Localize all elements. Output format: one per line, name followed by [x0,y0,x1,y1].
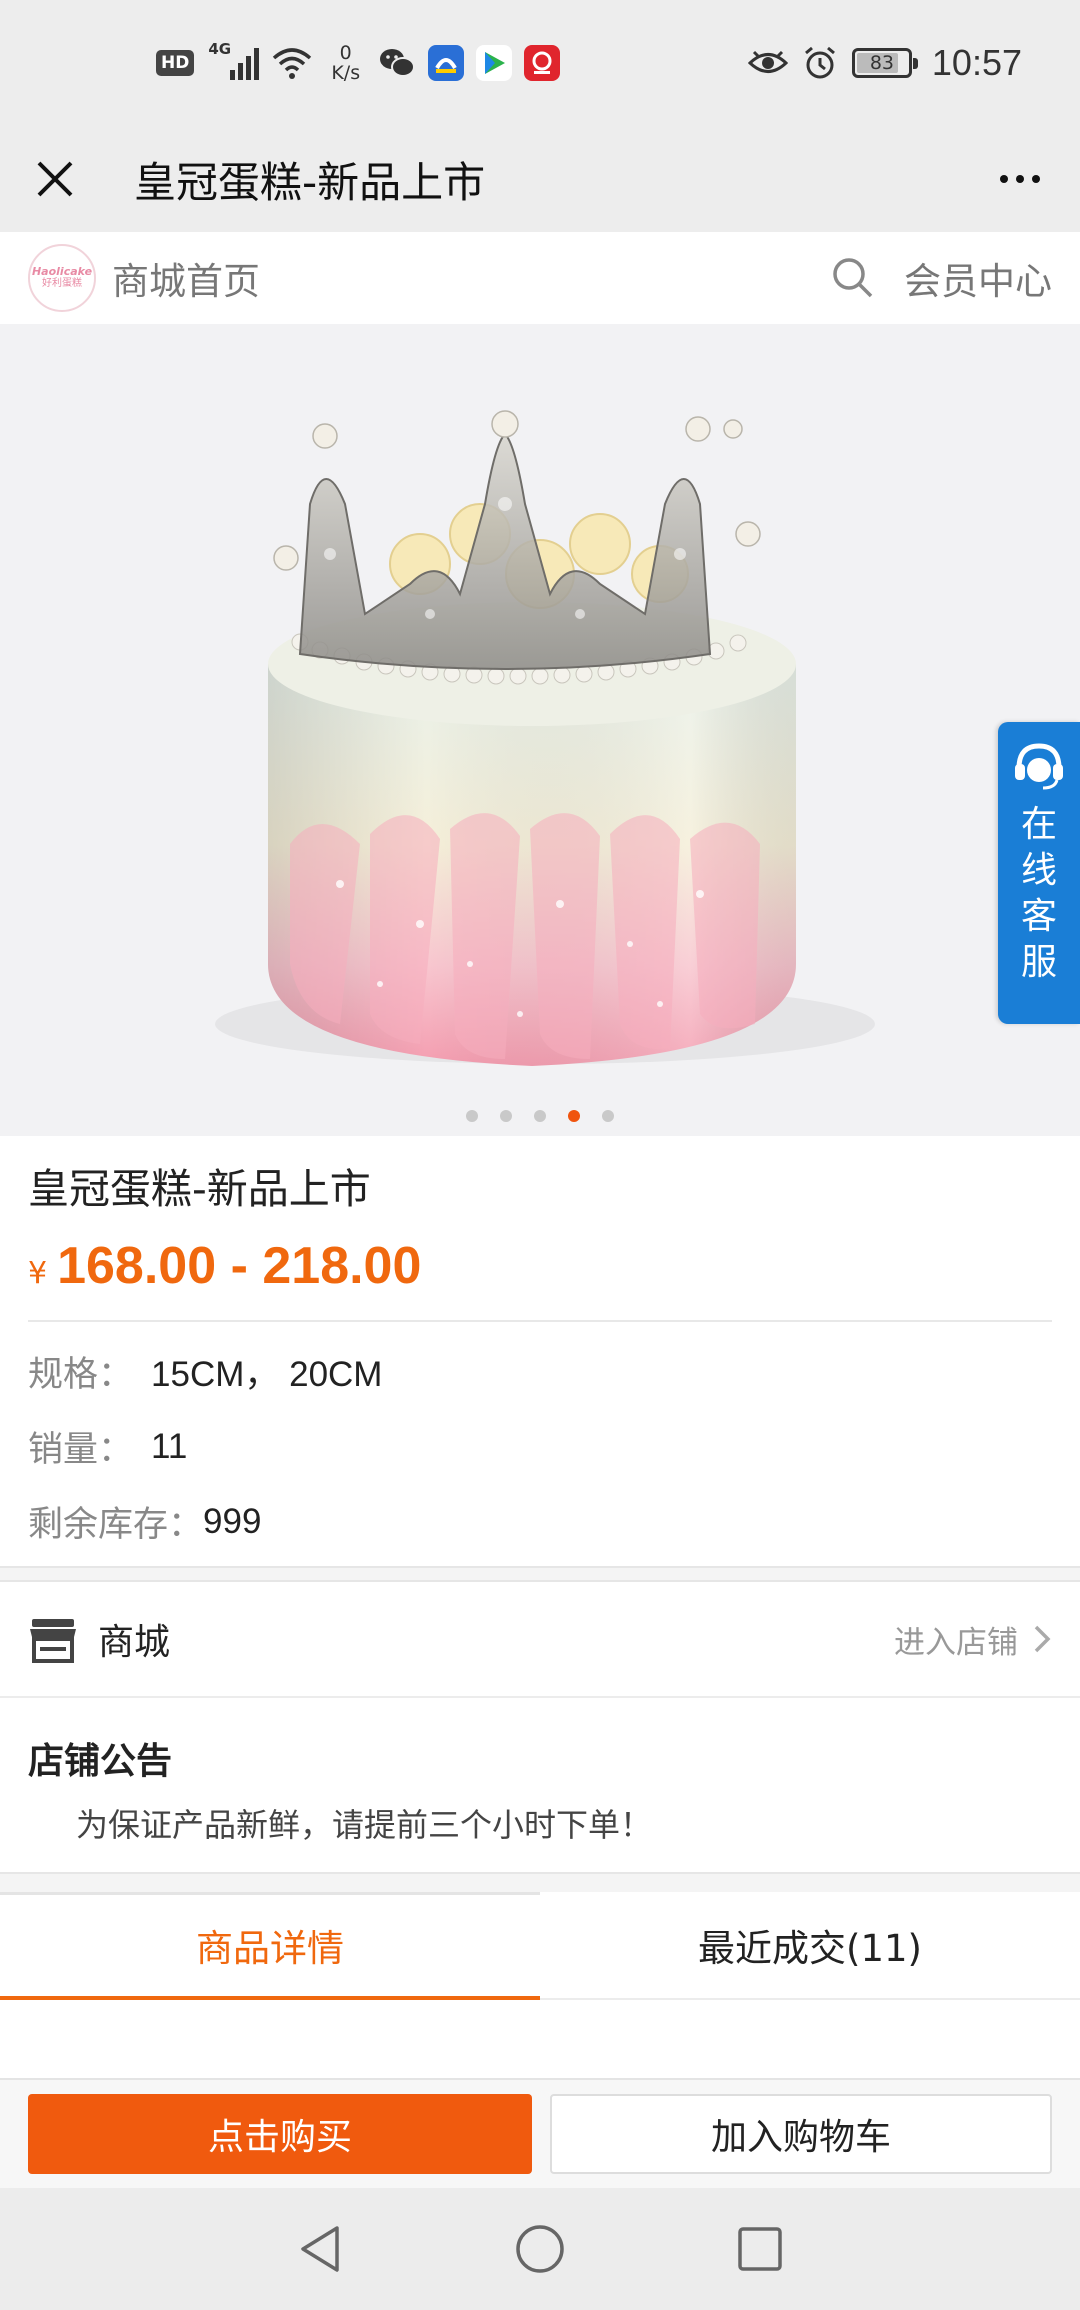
status-bar: HD 4G 0 K/s 83 10:57 [0,0,1080,126]
logo-subtext: 好利蛋糕 [42,278,82,289]
notice-text: 为保证产品新鲜，请提前三个小时下单！ [76,1806,653,1844]
close-button[interactable] [30,154,80,204]
product-detail-content [0,2000,1080,2078]
pagination-dot-active[interactable] [568,1110,580,1122]
sales-row: 销量： 11 [28,1409,1052,1484]
action-bar: 点击购买 加入购物车 [0,2078,1080,2188]
logo-text: Haolicake [31,265,93,278]
title-bar: 皇冠蛋糕-新品上市 [0,126,1080,232]
speed-unit: K/s [331,62,361,84]
gallery-pagination[interactable] [0,1110,1080,1122]
product-gallery[interactable] [0,324,1080,1136]
tab-divider [0,1892,540,1895]
store-row[interactable]: 商城 进入店铺 [0,1582,1080,1698]
store-name: 商城 [98,1622,171,1663]
product-info: 皇冠蛋糕-新品上市 ¥ 168.00 - 218.00 规格： 15CM， 20… [0,1136,1080,1559]
search-button[interactable] [828,253,878,303]
alarm-icon [804,46,835,79]
hd-badge: HD [156,50,195,76]
product-image [215,410,875,1066]
stock-value: 999 [203,1501,262,1541]
eye-icon [747,50,788,73]
home-button[interactable] [510,2219,570,2279]
pagination-dot[interactable] [466,1110,478,1122]
sales-value: 11 [151,1426,188,1466]
status-left: HD 4G 0 K/s [156,33,561,93]
speed-value: 0 [339,42,352,64]
pagination-dot[interactable] [534,1110,546,1122]
tab-recent-deals[interactable]: 最近成交(11) [540,1892,1080,1998]
enter-store-link[interactable]: 进入店铺 [894,1617,1018,1662]
spec-value: 15CM， 20CM [151,1355,383,1394]
status-right: 83 10:57 [747,42,1022,84]
stock-row: 剩余库存： 999 [28,1484,1052,1559]
signal-icon: 4G [208,40,260,80]
price-range: 168.00 - 218.00 [57,1237,422,1295]
home-circle-icon [516,2225,564,2273]
sales-label: 销量： [28,1430,134,1470]
clock: 10:57 [931,42,1022,83]
shopping-app-icon [524,45,561,81]
shop-header: Haolicake 好利蛋糕 商城首页 会员中心 [0,232,1080,324]
network-type: 4G [208,40,232,58]
customer-service-label: 在线客服 [1020,804,1057,983]
store-icon [30,1619,76,1663]
buy-now-button[interactable]: 点击购买 [28,2094,532,2174]
online-customer-service-button[interactable]: 在线客服 [998,722,1080,1024]
product-title: 皇冠蛋糕-新品上市 [28,1165,371,1213]
more-icon [1000,175,1008,183]
store-notice: 店铺公告 为保证产品新鲜，请提前三个小时下单！ [0,1700,1080,1872]
search-icon [833,258,873,298]
spec-row: 规格： 15CM， 20CM [28,1334,1052,1409]
recents-button[interactable] [730,2219,790,2279]
more-options-button[interactable] [990,154,1050,204]
section-gap [0,1566,1080,1582]
network-speed: 0 K/s [331,43,360,83]
chevron-right-icon [1034,1625,1051,1653]
section-gap [0,1872,1080,1892]
notice-heading: 店铺公告 [28,1741,173,1782]
currency-symbol: ¥ [28,1256,48,1291]
add-to-cart-button[interactable]: 加入购物车 [550,2094,1052,2174]
back-button[interactable] [290,2219,350,2279]
video-app-icon [476,45,513,81]
spec-label: 规格： [28,1355,134,1395]
pagination-dot[interactable] [500,1110,512,1122]
stock-label: 剩余库存： [28,1505,204,1545]
detail-tabs: 商品详情 最近成交(11) [0,1892,1080,2000]
system-nav-bar [0,2188,1080,2310]
wechat-icon [380,49,416,77]
close-icon [37,161,73,197]
battery-percent: 83 [869,52,894,74]
member-center-link[interactable]: 会员中心 [904,251,1052,305]
pagination-dot[interactable] [602,1110,614,1122]
wifi-icon [273,48,312,79]
page-title: 皇冠蛋糕-新品上市 [134,157,486,207]
battery-icon: 83 [851,48,918,78]
product-price: ¥ 168.00 - 218.00 [28,1236,1052,1296]
tab-product-details[interactable]: 商品详情 [0,1892,540,2000]
app-notification-icon [428,45,465,81]
shop-logo[interactable]: Haolicake 好利蛋糕 [28,244,96,312]
back-triangle-icon [301,2226,339,2272]
recents-square-icon [738,2227,782,2271]
shop-home-link[interactable]: 商城首页 [112,251,828,305]
headset-icon [1015,743,1063,790]
